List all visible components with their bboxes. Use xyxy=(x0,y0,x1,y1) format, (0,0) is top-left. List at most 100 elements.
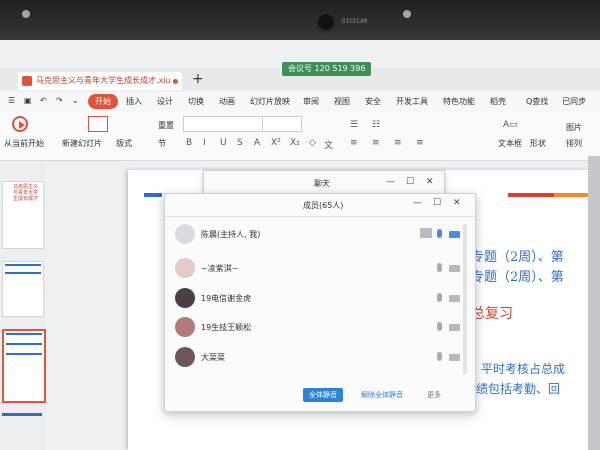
minimize-icon[interactable]: — xyxy=(386,177,395,187)
play-from-current-button[interactable]: 从当前开始 xyxy=(4,138,44,149)
members-title: 成员(65人) xyxy=(303,201,344,210)
camera-off-icon[interactable] xyxy=(449,324,460,331)
slide-text-line: 平时考核占总成 xyxy=(481,362,566,376)
maximize-icon[interactable]: ☐ xyxy=(406,177,414,187)
member-row-host[interactable]: 陈晨(主持人, 我) xyxy=(165,220,460,250)
member-name: 19电信谢金虎 xyxy=(201,294,252,303)
subscript-button[interactable]: X₂ xyxy=(290,138,300,148)
clear-format-button[interactable]: ◇ xyxy=(309,138,316,148)
tab-security[interactable]: 安全 xyxy=(365,96,381,107)
camera-off-icon[interactable] xyxy=(449,295,460,302)
member-row[interactable]: 大菜菜 xyxy=(165,343,460,373)
underline-button[interactable]: U xyxy=(220,138,227,148)
thumbnail-bar xyxy=(2,413,42,416)
textbox-button[interactable]: 文本框 xyxy=(498,138,522,149)
more-icon[interactable]: ⌄ xyxy=(72,96,79,105)
document-tab[interactable]: 马克思主义与青年大学生成长成才.xiu xyxy=(18,72,182,90)
reset-button[interactable]: 重置 xyxy=(158,120,174,131)
camera-icon[interactable] xyxy=(449,231,460,238)
save-icon[interactable]: ▣ xyxy=(24,96,32,105)
bullet-list-icon[interactable]: ☰ xyxy=(350,120,358,130)
textbox-icon[interactable]: A▭ xyxy=(503,120,518,130)
member-row[interactable]: 19生技王颖松 xyxy=(165,313,460,343)
more-button[interactable]: 更多 xyxy=(421,388,447,402)
align-center-icon[interactable]: ≡ xyxy=(372,138,380,148)
member-row[interactable]: 19电信谢金虎 xyxy=(165,284,460,314)
members-scrollbar[interactable] xyxy=(463,224,467,374)
pin-icon xyxy=(22,10,30,18)
mic-muted-icon[interactable] xyxy=(437,322,442,331)
shape-button[interactable]: 形状 xyxy=(530,138,546,149)
redo-icon[interactable]: ↷ xyxy=(56,96,63,105)
maximize-icon[interactable]: ☐ xyxy=(433,198,441,208)
member-name: 陈晨(主持人, 我) xyxy=(201,230,261,239)
section-button[interactable]: 节 xyxy=(158,138,166,149)
camera-off-icon[interactable] xyxy=(449,354,460,361)
tab-transition[interactable]: 切换 xyxy=(188,96,204,107)
strikethrough-button[interactable]: S xyxy=(237,138,243,148)
align-left-icon[interactable]: ≡ xyxy=(350,138,358,148)
tab-features[interactable]: 特色功能 xyxy=(443,96,475,107)
thumbnail-bar xyxy=(6,333,42,335)
font-color-button[interactable]: A xyxy=(254,138,260,148)
tab-developer[interactable]: 开发工具 xyxy=(396,96,428,107)
tab-insert[interactable]: 插入 xyxy=(126,96,142,107)
close-icon[interactable]: ✕ xyxy=(453,198,461,208)
unsaved-dot-icon xyxy=(173,79,178,84)
tab-docer[interactable]: 稻壳 xyxy=(490,96,506,107)
screen-share-icon[interactable] xyxy=(420,228,432,238)
ppt-file-icon xyxy=(22,76,32,86)
right-scroll-area[interactable] xyxy=(588,156,600,450)
close-icon[interactable]: ✕ xyxy=(426,177,434,187)
slide-thumbnail-selected[interactable] xyxy=(2,329,46,403)
minimize-icon[interactable]: — xyxy=(413,198,422,208)
unmute-all-button[interactable]: 解除全体静音 xyxy=(355,388,409,402)
mic-muted-icon[interactable] xyxy=(437,263,442,272)
tab-view[interactable]: 视图 xyxy=(334,96,350,107)
document-title: 马克思主义与青年大学生成长成才.xiu xyxy=(36,76,171,85)
superscript-button[interactable]: X² xyxy=(271,138,281,148)
align-right-icon[interactable]: ≡ xyxy=(394,138,402,148)
slide-thumbnail[interactable]: 马克思主义与青年大学生成长成才 xyxy=(2,181,44,249)
tab-slideshow[interactable]: 幻灯片放映 xyxy=(250,96,290,107)
tab-animation[interactable]: 动画 xyxy=(219,96,235,107)
arrange-button[interactable]: 排列 xyxy=(566,138,582,149)
new-slide-icon[interactable] xyxy=(88,116,108,132)
sync-status[interactable]: 已同步 xyxy=(562,96,586,107)
members-panel[interactable]: 成员(65人) — ☐ ✕ 陈晨(主持人, 我) ~凌紫淇~ 19电信谢金虎 1 xyxy=(164,193,476,412)
camera-off-icon[interactable] xyxy=(449,265,460,272)
thumbnail-bar xyxy=(6,343,42,345)
meeting-id-badge[interactable]: 会议号 120 519 396 xyxy=(282,62,372,76)
play-icon[interactable] xyxy=(12,116,28,132)
italic-button[interactable]: I xyxy=(203,138,206,148)
phonetic-button[interactable]: 文 xyxy=(324,138,333,151)
tab-design[interactable]: 设计 xyxy=(157,96,173,107)
member-name: 19生技王颖松 xyxy=(201,323,252,332)
pin-icon xyxy=(403,10,411,18)
layout-button[interactable]: 版式 xyxy=(116,138,132,149)
mute-all-button[interactable]: 全体静音 xyxy=(303,388,343,402)
mic-icon[interactable] xyxy=(437,229,442,238)
menu-icon[interactable]: ☰ xyxy=(8,96,15,105)
number-list-icon[interactable]: ☷ xyxy=(372,120,380,130)
member-row[interactable]: ~凌紫淇~ xyxy=(165,254,460,284)
tab-review[interactable]: 审阅 xyxy=(303,96,319,107)
font-size-field[interactable] xyxy=(262,116,302,132)
member-name: 大菜菜 xyxy=(201,353,225,362)
slide-stripe xyxy=(144,193,162,197)
tab-start[interactable]: 开始 xyxy=(88,94,118,109)
mic-muted-icon[interactable] xyxy=(437,293,442,302)
bold-button[interactable]: B xyxy=(186,138,192,148)
slide-stripe xyxy=(508,193,554,197)
mic-muted-icon[interactable] xyxy=(437,352,442,361)
slide-thumbnail[interactable] xyxy=(2,261,44,317)
chat-title: 聊天 xyxy=(314,179,330,188)
search-button[interactable]: Q查找 xyxy=(526,96,548,107)
new-tab-button[interactable]: + xyxy=(192,71,204,87)
new-slide-button[interactable]: 新建幻灯片 xyxy=(62,138,102,149)
slide-text-line: 专题（2周）、第 xyxy=(471,250,564,265)
undo-icon[interactable]: ↶ xyxy=(40,96,47,105)
justify-icon[interactable]: ≡ xyxy=(416,138,424,148)
avatar xyxy=(175,317,195,337)
picture-button[interactable]: 图片 xyxy=(566,122,582,133)
